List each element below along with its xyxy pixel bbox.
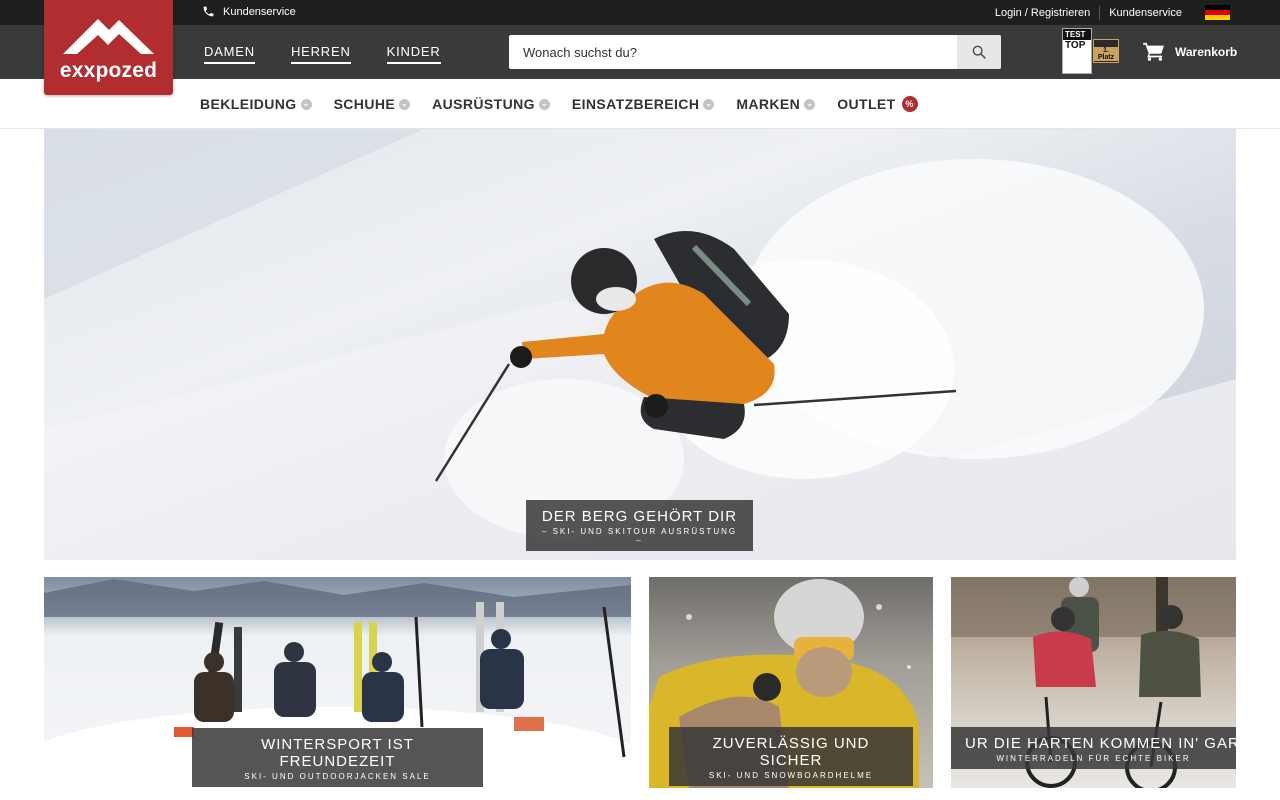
promo-tile-winterradeln[interactable]: UR DIE HARTEN KOMMEN IN' GARTE WINTERRAD… bbox=[951, 577, 1236, 788]
tile-caption[interactable]: UR DIE HARTEN KOMMEN IN' GARTE WINTERRAD… bbox=[951, 727, 1236, 769]
hero-title: DER BERG GEHÖRT DIR bbox=[541, 508, 738, 525]
search-bar bbox=[509, 35, 1001, 69]
tile-caption[interactable]: ZUVERLÄSSIG UND SICHER SKI- UND SNOWBOAR… bbox=[669, 727, 913, 786]
brand-name: exxpozed bbox=[59, 59, 158, 82]
cart-label: Warenkorb bbox=[1175, 44, 1238, 59]
category-label: MARKEN bbox=[736, 96, 801, 112]
hero-banner[interactable]: DER BERG GEHÖRT DIR – SKI- UND SKITOUR A… bbox=[44, 129, 1236, 560]
skier-hero-image bbox=[44, 129, 1236, 560]
tile-title: WINTERSPORT IST FREUNDEZEIT bbox=[261, 736, 414, 770]
tile-subtitle: SKI- UND SNOWBOARDHELME bbox=[708, 771, 874, 780]
top-bar: Kundenservice Login / Registrieren Kunde… bbox=[0, 0, 1280, 25]
search-button[interactable] bbox=[957, 35, 1001, 69]
cart-icon bbox=[1143, 42, 1164, 61]
main-header: DAMEN HERREN KINDER TEST TOP 1. Platz Wa… bbox=[0, 25, 1280, 79]
customer-service-phone[interactable]: Kundenservice bbox=[202, 5, 296, 18]
category-einsatzbereich[interactable]: EINSATZBEREICH ⌄ bbox=[571, 96, 715, 112]
category-label: EINSATZBEREICH bbox=[571, 96, 700, 112]
award-seal-badge: 1. Platz bbox=[1093, 39, 1119, 63]
percent-badge-icon: % bbox=[901, 96, 918, 112]
promo-tile-helme[interactable]: ZUVERLÄSSIG UND SICHER SKI- UND SNOWBOAR… bbox=[649, 577, 933, 788]
hero-subtitle: – SKI- UND SKITOUR AUSRÜSTUNG – bbox=[541, 527, 738, 545]
chevron-down-icon: ⌄ bbox=[300, 98, 312, 110]
test-seal-line2: TOP bbox=[1065, 40, 1086, 51]
category-marken[interactable]: MARKEN ⌄ bbox=[736, 96, 816, 112]
gender-nav-herren[interactable]: HERREN bbox=[290, 44, 351, 64]
award-seal-label: 1. Platz bbox=[1094, 47, 1118, 61]
category-schuhe[interactable]: SCHUHE ⌄ bbox=[334, 96, 411, 112]
mountain-logo-icon bbox=[63, 19, 154, 54]
category-nav: BEKLEIDUNG ⌄ SCHUHE ⌄ AUSRÜSTUNG ⌄ EINSATZB… bbox=[0, 79, 1280, 129]
search-input[interactable] bbox=[509, 35, 957, 69]
tile-caption[interactable]: WINTERSPORT IST FREUNDEZEIT SKI- UND OUT… bbox=[192, 728, 483, 787]
phone-icon bbox=[203, 6, 214, 17]
category-label: AUSRÜSTUNG bbox=[432, 96, 535, 112]
promo-tile-wintersport[interactable]: WINTERSPORT IST FREUNDEZEIT SKI- UND OUT… bbox=[44, 577, 631, 788]
customer-service-label: Kundenservice bbox=[223, 5, 296, 18]
brand-logo[interactable]: exxpozed bbox=[44, 0, 173, 95]
hero-caption[interactable]: DER BERG GEHÖRT DIR – SKI- UND SKITOUR A… bbox=[526, 500, 753, 551]
category-label: SCHUHE bbox=[333, 96, 396, 112]
german-flag-icon[interactable] bbox=[1205, 5, 1230, 20]
category-ausruestung[interactable]: AUSRÜSTUNG ⌄ bbox=[432, 96, 550, 112]
tile-title: ZUVERLÄSSIG UND SICHER bbox=[712, 735, 870, 769]
login-register-link[interactable]: Login / Registrieren bbox=[986, 6, 1099, 20]
tile-subtitle: SKI- UND OUTDOORJACKEN SALE bbox=[244, 772, 431, 781]
category-bekleidung[interactable]: BEKLEIDUNG ⌄ bbox=[200, 96, 312, 112]
search-icon bbox=[972, 45, 986, 59]
customer-service-link[interactable]: Kundenservice bbox=[1099, 5, 1191, 20]
cart-button[interactable]: Warenkorb bbox=[1143, 42, 1237, 61]
chevron-down-icon: ⌄ bbox=[538, 98, 550, 110]
tile-title: UR DIE HARTEN KOMMEN IN' GARTE bbox=[965, 735, 1236, 752]
test-seal-badge: TEST TOP bbox=[1062, 28, 1092, 74]
category-label: OUTLET bbox=[837, 96, 896, 112]
gender-nav: DAMEN HERREN KINDER bbox=[204, 44, 441, 64]
gender-nav-kinder[interactable]: KINDER bbox=[386, 44, 441, 64]
category-label: BEKLEIDUNG bbox=[200, 96, 297, 112]
chevron-down-icon: ⌄ bbox=[804, 98, 816, 110]
tile-subtitle: WINTERRADELN FÜR ECHTE BIKER bbox=[996, 754, 1191, 763]
chevron-down-icon: ⌄ bbox=[399, 98, 411, 110]
category-outlet[interactable]: OUTLET% bbox=[837, 96, 918, 112]
gender-nav-damen[interactable]: DAMEN bbox=[204, 44, 255, 64]
test-seal-line1: TEST bbox=[1063, 29, 1091, 40]
chevron-down-icon: ⌄ bbox=[703, 98, 715, 110]
